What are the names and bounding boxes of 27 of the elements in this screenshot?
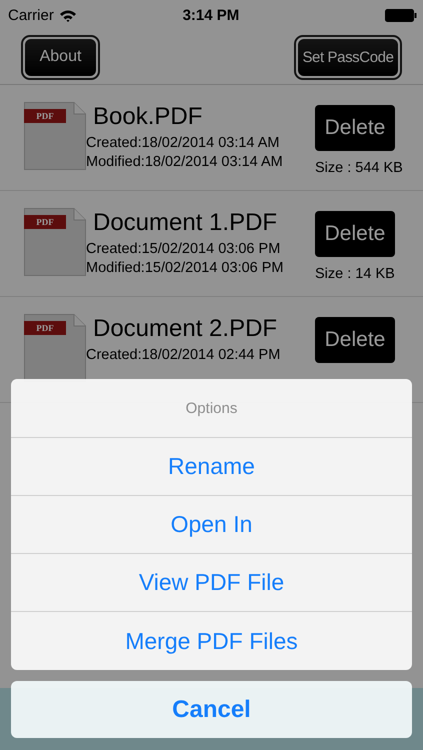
file-name: Book.PDF (93, 102, 204, 132)
delete-button[interactable]: Delete (315, 317, 395, 363)
created-date: Created:18/02/2014 02:44 PM (86, 346, 282, 365)
set-passcode-button[interactable]: Set PassCode (298, 38, 398, 76)
menu-option[interactable]: Rename (11, 438, 412, 496)
file-name: Document 1.PDF (93, 208, 278, 238)
created-date: Created:18/02/2014 03:14 AM (86, 134, 280, 153)
file-size: Size : 544 KB (315, 159, 403, 178)
menu-option[interactable]: Open In (11, 496, 412, 554)
clock-time: 3:14 PM (182, 6, 240, 24)
delete-button[interactable]: Delete (315, 105, 395, 151)
delete-button[interactable]: Delete (315, 211, 395, 257)
sheet-title: Options (11, 379, 412, 438)
menu-option[interactable]: Merge PDF Files (11, 612, 412, 670)
file-size: Size : 14 KB (315, 265, 395, 284)
battery-icon (385, 8, 417, 22)
modified-date: Modified:15/02/2014 03:06 PM (86, 259, 284, 278)
carrier-label: Carrier (8, 6, 54, 24)
menu-option[interactable]: View PDF File (11, 554, 412, 612)
about-button[interactable]: About (25, 38, 96, 76)
wifi-icon (58, 8, 77, 22)
pdf-file-icon: PDF (24, 314, 86, 382)
file-name: Document 2.PDF (93, 314, 278, 344)
created-date: Created:15/02/2014 03:06 PM (86, 240, 282, 259)
modified-date: Modified:18/02/2014 03:14 AM (86, 153, 284, 172)
pdf-file-icon: PDF (24, 208, 86, 276)
pdf-file-icon: PDF (24, 102, 86, 170)
